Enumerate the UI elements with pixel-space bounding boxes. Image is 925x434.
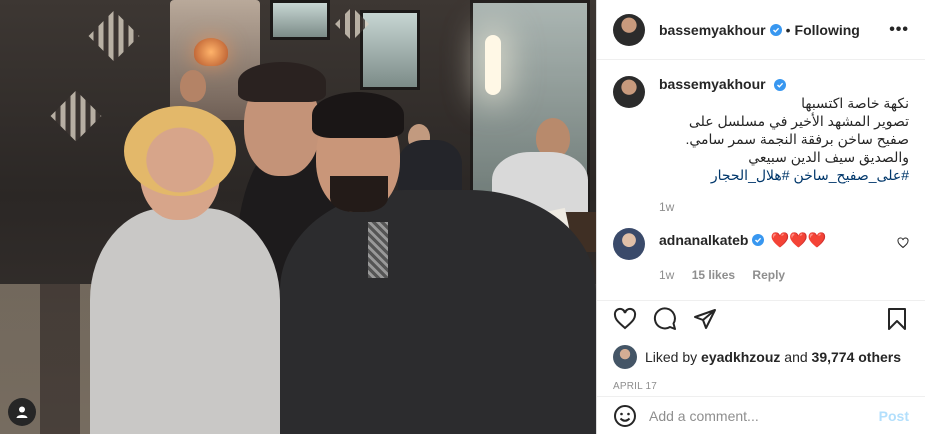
verified-badge-icon	[752, 234, 765, 246]
caption-text: نكهة خاصة اكتسبها تصوير المشهد الأخير في…	[659, 94, 909, 184]
photo-person-left	[124, 106, 236, 196]
bookmark-icon	[888, 308, 906, 330]
comment-body: adnanalkateb ❤️❤️❤️ 1w 15 likes Reply	[659, 228, 909, 282]
comment-username[interactable]: adnanalkateb	[659, 232, 748, 248]
comment-button[interactable]	[653, 307, 677, 331]
likes-user[interactable]: eyadkhzouz	[701, 349, 780, 365]
heart-icon	[897, 237, 909, 249]
photo-person-middle	[238, 62, 326, 102]
separator-dot: •	[785, 21, 791, 38]
caption-line: نكهة خاصة اكتسبها	[801, 95, 909, 111]
save-button[interactable]	[885, 307, 909, 331]
like-comment-button[interactable]	[897, 236, 909, 252]
likes-count[interactable]: 39,774 others	[812, 349, 902, 365]
post-header: bassemyakhour • Following •••	[597, 0, 925, 60]
post-date[interactable]: APRIL 17	[613, 381, 909, 392]
avatar[interactable]	[613, 76, 645, 108]
user-icon	[16, 406, 28, 418]
post-photo[interactable]	[0, 0, 596, 434]
caption-line: صفيح ساخن برفقة النجمة سمر سامي.	[685, 131, 909, 147]
comment-text: ❤️❤️❤️	[770, 232, 827, 249]
photo-person-right	[280, 190, 596, 434]
caption-meta: 1w	[659, 200, 909, 214]
action-icons	[613, 303, 909, 335]
photo-window	[360, 10, 420, 90]
photo-light	[485, 35, 501, 95]
caption-hashtags[interactable]: #على_صفيح_ساخن #هلال_الحجار	[659, 166, 909, 184]
photo-lamp	[194, 38, 228, 66]
tagged-users-button[interactable]	[8, 398, 36, 426]
comment-meta: 1w 15 likes Reply	[659, 268, 909, 282]
caption-comment: bassemyakhour نكهة خاصة اكتسبها تصوير ال…	[613, 76, 909, 214]
comment-bubble-icon	[653, 307, 676, 330]
comments-section: bassemyakhour نكهة خاصة اكتسبها تصوير ال…	[613, 76, 909, 282]
post-actions: Liked by eyadkhzouz and 39,774 others AP…	[597, 300, 925, 392]
photo-person-bg	[180, 70, 206, 102]
photo-person-left	[90, 208, 280, 434]
photo-tie	[368, 222, 388, 278]
verified-badge-icon	[769, 23, 782, 36]
post-author-username[interactable]: bassemyakhour	[659, 22, 766, 38]
caption-timestamp[interactable]: 1w	[659, 200, 674, 214]
more-options-icon[interactable]: •••	[889, 21, 909, 39]
comment-input[interactable]	[649, 407, 879, 424]
paper-plane-icon	[694, 309, 716, 329]
likes-prefix: Liked by	[645, 349, 698, 365]
verified-badge-icon	[773, 79, 786, 92]
post-side-panel: bassemyakhour • Following ••• bassemyakh…	[596, 0, 925, 434]
following-button[interactable]: Following	[795, 22, 860, 38]
post-comment-button[interactable]: Post	[879, 408, 909, 424]
caption-line: والصديق سيف الدين سبيعي	[748, 149, 909, 165]
avatar[interactable]	[613, 228, 645, 260]
share-button[interactable]	[693, 307, 717, 331]
heart-icon	[613, 307, 637, 330]
instagram-post-modal: bassemyakhour • Following ••• bassemyakh…	[0, 0, 925, 434]
reply-button[interactable]: Reply	[752, 268, 785, 282]
comment-item: adnanalkateb ❤️❤️❤️ 1w 15 likes Reply	[613, 228, 909, 282]
avatar[interactable]	[613, 13, 645, 46]
comment-timestamp[interactable]: 1w	[659, 268, 674, 282]
caption-username[interactable]: bassemyakhour	[659, 76, 766, 92]
emoji-button[interactable]	[613, 404, 637, 428]
like-button[interactable]	[613, 307, 637, 331]
avatar[interactable]	[613, 345, 637, 369]
photo-person-right	[330, 176, 388, 212]
likes-middle: and	[784, 349, 808, 365]
caption-line: تصوير المشهد الأخير في مسلسل على	[688, 113, 909, 129]
smiley-icon	[614, 404, 636, 427]
photo-window	[270, 0, 330, 40]
comment-likes[interactable]: 15 likes	[692, 268, 735, 282]
add-comment-bar: Post	[597, 396, 925, 434]
likes-summary: Liked by eyadkhzouz and 39,774 others	[613, 345, 909, 369]
caption-body: bassemyakhour نكهة خاصة اكتسبها تصوير ال…	[659, 76, 909, 214]
photo-person-right	[312, 92, 404, 138]
